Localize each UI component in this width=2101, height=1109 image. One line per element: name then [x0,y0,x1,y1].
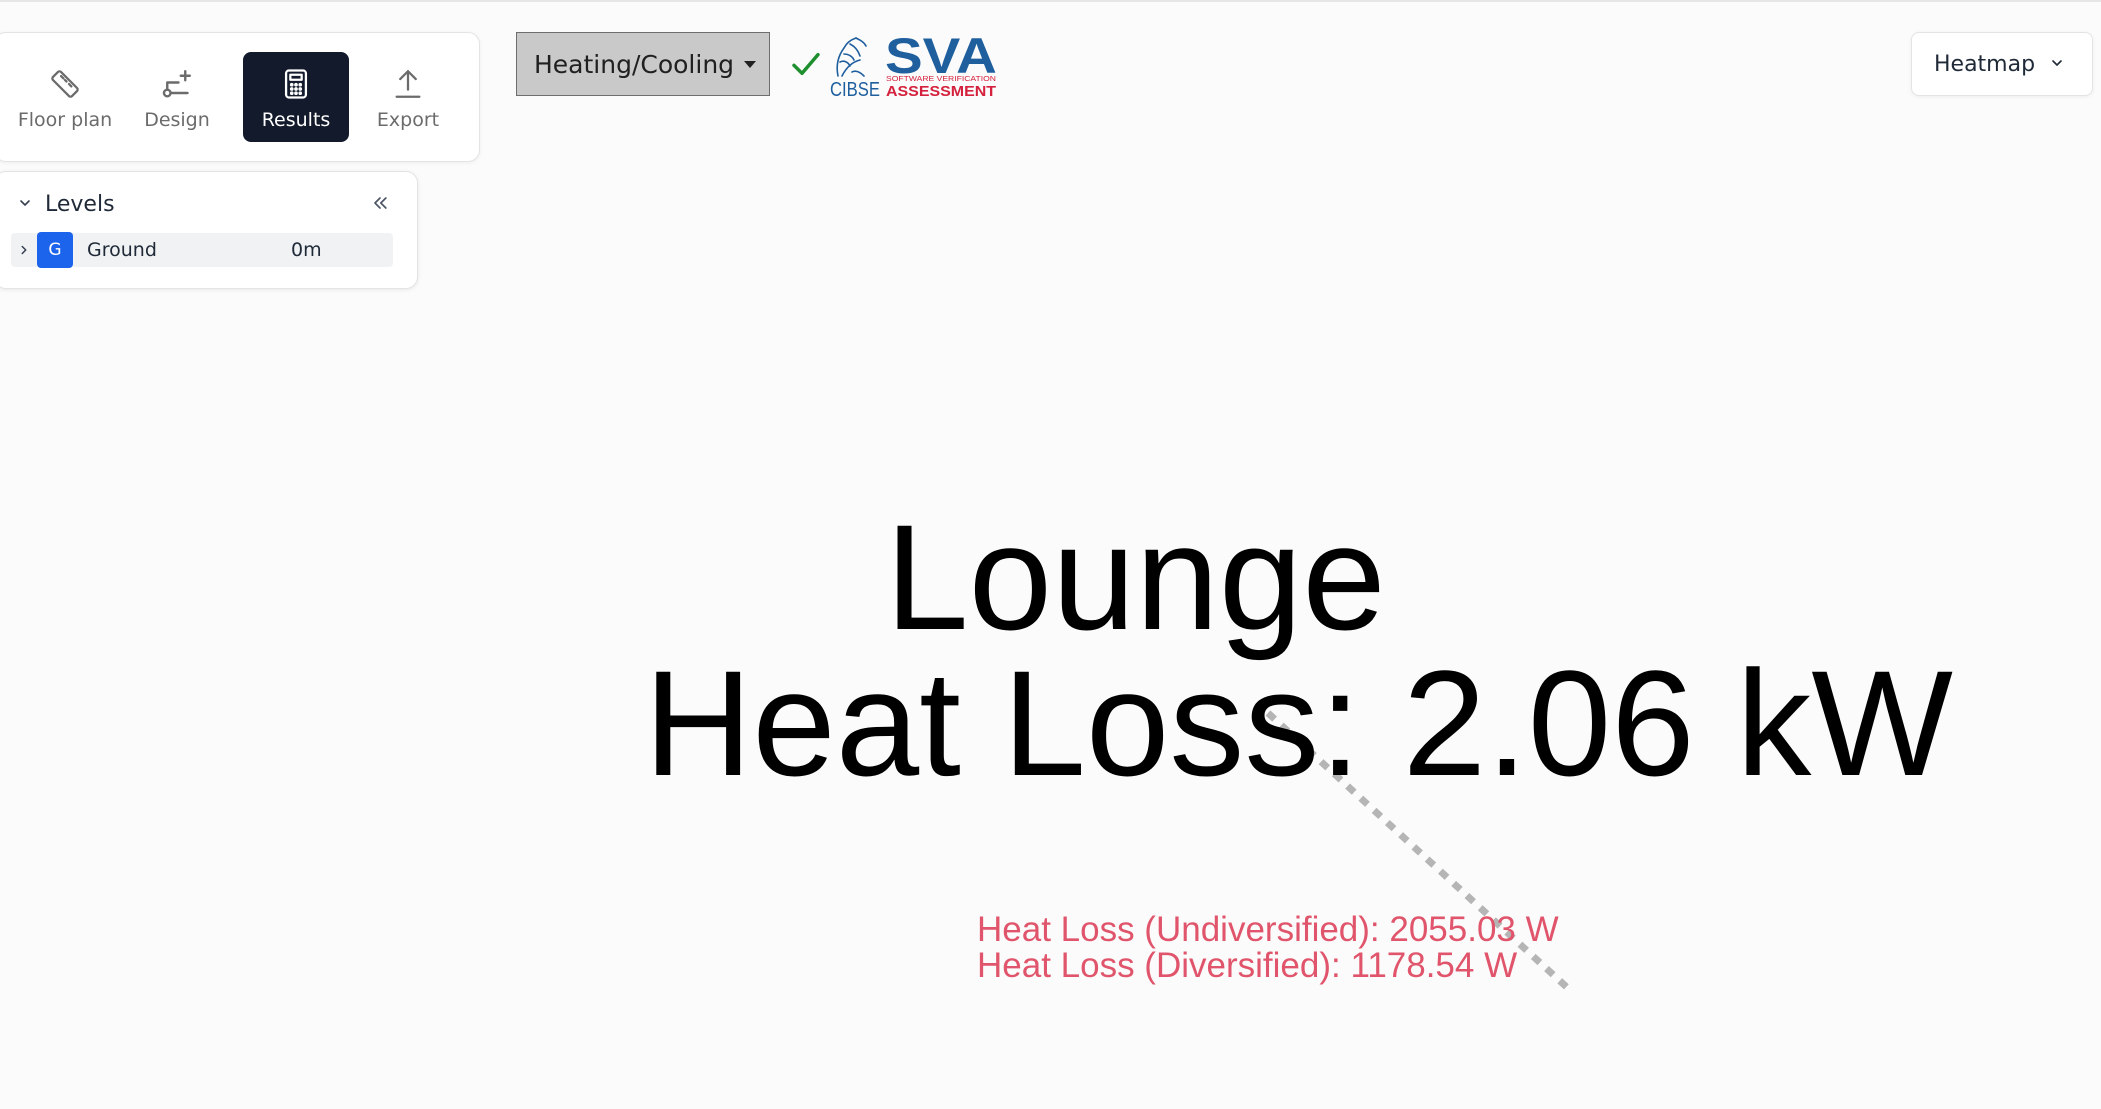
room-heat-loss-label[interactable]: Heat Loss: 2.06 kW [644,648,1953,798]
collapse-panel-button[interactable] [367,192,393,218]
chevron-down-icon[interactable] [17,195,33,215]
chevron-right-icon[interactable] [11,233,37,267]
level-badge: G [37,232,73,268]
chevrons-left-icon [370,193,390,217]
tool-label: Design [144,109,210,131]
tool-label: Floor plan [17,109,113,131]
diversified-heat-loss-label: Heat Loss (Diversified): 1178.54 W [977,946,1518,985]
logo-tagline-text: SOFTWARE VERIFICATION [886,76,996,83]
calculator-icon [276,64,316,104]
view-mode-dropdown[interactable]: Heatmap [1911,32,2093,96]
logo-subtitle-text: ASSESSMENT [886,83,996,98]
lion-emblem-icon [836,37,867,77]
levels-header[interactable]: Levels [17,192,115,217]
mode-dropdown[interactable]: Heating/Cooling [516,32,770,96]
level-row-ground[interactable]: G Ground 0m [11,232,393,268]
tool-export-button[interactable]: Export [355,52,461,142]
tool-design-button[interactable]: Design [124,52,230,142]
add-node-icon [157,64,197,104]
tool-label: Results [261,109,331,131]
upload-icon [388,64,428,104]
view-mode-label: Heatmap [1934,51,2036,77]
levels-panel: Levels G Ground 0m [0,171,418,289]
level-height: 0m [291,239,322,261]
main-toolbar: Floor plan Design Results Export [0,32,480,162]
cibse-sva-logo: CIBSE SVA SOFTWARE VERIFICATION ASSESSME… [830,32,997,98]
floor-plan-canvas[interactable]: Lounge Heat Loss: 2.06 kW Heat Loss (Und… [0,0,2101,1109]
tool-label: Export [376,109,440,131]
tool-results-button[interactable]: Results [243,52,349,142]
caret-down-icon [744,60,757,68]
room-name-label[interactable]: Lounge [0,502,2101,652]
ruler-icon [45,64,85,104]
logo-org-text: CIBSE [830,79,880,98]
check-icon [792,52,820,76]
undiversified-heat-loss-label: Heat Loss (Undiversified): 2055.03 W [977,910,1559,949]
level-name: Ground [87,239,157,261]
mode-dropdown-label: Heating/Cooling [534,49,735,79]
chevron-down-icon [2049,52,2065,77]
tool-floor-plan-button[interactable]: Floor plan [12,52,118,142]
levels-title: Levels [45,192,115,217]
